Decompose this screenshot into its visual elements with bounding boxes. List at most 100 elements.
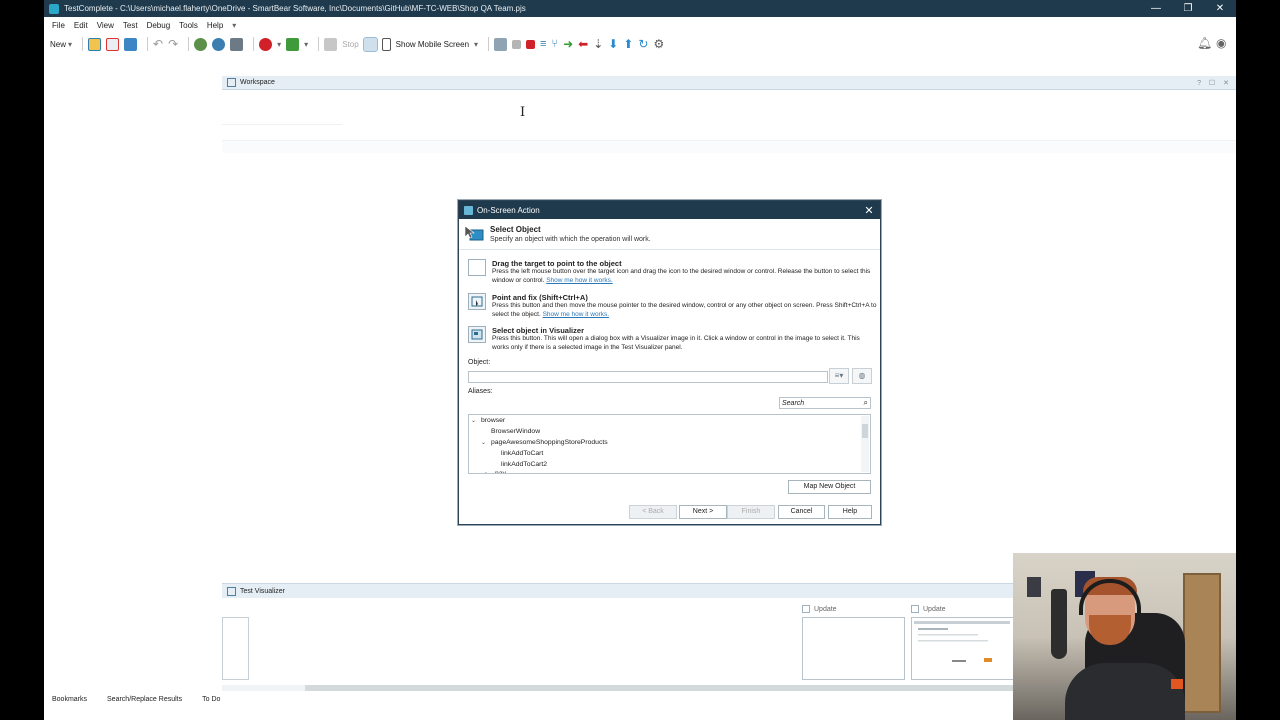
run-dropdown-icon[interactable]: ▾ <box>304 37 308 51</box>
select-object-icon <box>464 225 484 241</box>
bell-icon[interactable]: 🔔︎ <box>1197 36 1212 50</box>
option-description: Press this button. This will open a dial… <box>492 335 860 351</box>
cancel-button[interactable]: Cancel <box>778 505 825 519</box>
screen-icon[interactable] <box>494 37 508 51</box>
restore-button[interactable]: ❐ <box>1172 3 1204 14</box>
close-button[interactable]: ✕ <box>1204 3 1236 14</box>
tree-node-nav[interactable]: › nav <box>485 470 506 473</box>
show-me-link[interactable]: Show me how it works. <box>543 311 609 318</box>
menu-overflow-icon[interactable]: ▾ <box>232 21 236 30</box>
database-icon[interactable] <box>230 37 244 51</box>
indent-icon[interactable]: ≡ <box>540 37 546 51</box>
collapse-chevron-icon[interactable]: ⌄ <box>481 439 491 446</box>
arrow-right-green-icon[interactable]: ➜ <box>563 37 573 51</box>
arrow-left-red-icon[interactable]: ⬅ <box>578 37 588 51</box>
save-all-icon[interactable] <box>124 37 138 51</box>
update-checkbox-1[interactable]: Update <box>802 605 837 613</box>
dialog-header-title: Select Object <box>490 225 541 234</box>
dialog-title-bar: On-Screen Action ✕ <box>459 201 880 219</box>
expand-chevron-icon[interactable]: › <box>485 471 495 473</box>
arrow-up-blue-icon[interactable]: ⬆ <box>623 37 633 51</box>
collapse-chevron-icon[interactable]: ⌄ <box>471 417 481 424</box>
visualizer-frame-1[interactable] <box>802 617 905 680</box>
map-new-object-button[interactable]: Map New Object <box>788 480 871 494</box>
main-toolbar: New ▾ ↶ ↷ ▾ ▾ Stop Show Mobile Screen ▾ ≡… <box>44 33 1236 55</box>
arrow-down-icon[interactable]: ⇣ <box>593 37 603 51</box>
tree-node-browser[interactable]: ⌄ browser <box>471 417 505 424</box>
next-button[interactable]: Next > <box>679 505 727 519</box>
tree-node-linkaddtocart2[interactable]: linkAddToCart2 <box>491 461 547 468</box>
tree-node-page[interactable]: ⌄ pageAwesomeShoppingStoreProducts <box>481 439 608 446</box>
open-folder-icon[interactable] <box>88 37 102 51</box>
square-gray-icon[interactable] <box>512 39 522 49</box>
object-label: Object: <box>468 359 491 366</box>
stop-button-label[interactable]: Stop <box>342 37 358 51</box>
minimize-button[interactable]: — <box>1140 3 1172 14</box>
testcomplete-app-icon <box>49 3 59 14</box>
gear-icon[interactable]: ⚙ <box>653 37 664 51</box>
option-description: Press this button and then move the mous… <box>492 302 877 318</box>
finish-button[interactable]: Finish <box>727 505 775 519</box>
update-checkbox-2[interactable]: Update <box>911 605 946 613</box>
option-title: Point and fix (Shift+Ctrl+A) <box>492 293 588 302</box>
tree-scrollbar-thumb[interactable] <box>862 424 868 438</box>
record-icon[interactable] <box>259 37 273 51</box>
dialog-close-button[interactable]: ✕ <box>858 204 880 217</box>
mobile-screen-icon[interactable] <box>381 37 391 51</box>
workspace-panel-controls[interactable]: ? ☐ ✕ <box>1197 79 1232 87</box>
aliases-search-input[interactable]: Search ⌕ <box>779 397 871 409</box>
show-mobile-screen-button[interactable]: Show Mobile Screen <box>396 37 469 51</box>
visualizer-icon[interactable] <box>468 326 486 343</box>
globe-test-icon[interactable] <box>212 37 226 51</box>
object-browse-button[interactable]: ◍ <box>852 368 872 384</box>
menu-debug[interactable]: Debug <box>147 21 171 30</box>
menu-tools[interactable]: Tools <box>179 21 198 30</box>
webcam-overlay <box>1013 553 1236 720</box>
toolbar-separator <box>188 37 190 51</box>
workspace-icon <box>227 78 236 87</box>
search-icon: ⌕ <box>863 398 868 407</box>
stop-icon[interactable] <box>324 37 338 51</box>
branch-icon[interactable]: ⑂ <box>551 37 558 51</box>
new-button[interactable]: New ▾ <box>50 37 72 51</box>
stop-red-icon[interactable] <box>526 39 536 49</box>
tree-node-linkaddtocart[interactable]: linkAddToCart <box>491 450 543 457</box>
tab-search-replace-results[interactable]: Search/Replace Results <box>107 696 182 703</box>
dialog-header: Select Object Specify an object with whi… <box>459 219 880 250</box>
back-button[interactable]: < Back <box>629 505 677 519</box>
close-project-icon[interactable] <box>106 37 120 51</box>
point-and-fix-icon[interactable] <box>468 293 486 310</box>
run-test-icon[interactable] <box>286 37 300 51</box>
drag-target-icon[interactable] <box>468 259 486 276</box>
help-button[interactable]: Help <box>828 505 872 519</box>
option-title: Select object in Visualizer <box>492 326 584 335</box>
workspace-divider <box>222 124 342 125</box>
object-field[interactable] <box>468 371 828 383</box>
object-spy-icon[interactable] <box>362 36 378 52</box>
visualizer-thumbnail[interactable] <box>222 617 249 680</box>
undo-icon[interactable]: ↶ <box>153 37 163 51</box>
visualizer-frame-2[interactable] <box>911 617 1014 680</box>
menu-edit[interactable]: Edit <box>74 21 88 30</box>
refresh-icon[interactable]: ↻ <box>638 37 648 51</box>
menu-file[interactable]: File <box>52 21 65 30</box>
option-title: Drag the target to point to the object <box>492 259 622 268</box>
account-icon[interactable]: ◉ <box>1216 36 1226 50</box>
visualizer-scrollbar-thumb[interactable] <box>305 685 1022 691</box>
tree-node-browserwindow[interactable]: BrowserWindow <box>481 428 540 435</box>
tab-bookmarks[interactable]: Bookmarks <box>52 696 87 703</box>
window-title: TestComplete - C:\Users\michael.flaherty… <box>64 4 526 13</box>
object-options-button[interactable]: ≡▾ <box>829 368 849 384</box>
record-dropdown-icon[interactable]: ▾ <box>277 37 281 51</box>
menu-test[interactable]: Test <box>123 21 138 30</box>
menu-help[interactable]: Help <box>207 21 223 30</box>
on-screen-action-dialog: On-Screen Action ✕ Select Object Specify… <box>458 200 881 525</box>
redo-icon[interactable]: ↷ <box>168 37 178 51</box>
mobile-dropdown-icon[interactable]: ▾ <box>474 37 478 51</box>
show-me-link[interactable]: Show me how it works. <box>546 277 612 284</box>
add-test-icon[interactable] <box>194 37 208 51</box>
tab-to-do[interactable]: To Do <box>202 696 220 703</box>
arrow-down-blue-icon[interactable]: ⬇ <box>608 37 618 51</box>
menu-view[interactable]: View <box>97 21 114 30</box>
visualizer-horizontal-scrollbar[interactable] <box>222 685 1022 691</box>
